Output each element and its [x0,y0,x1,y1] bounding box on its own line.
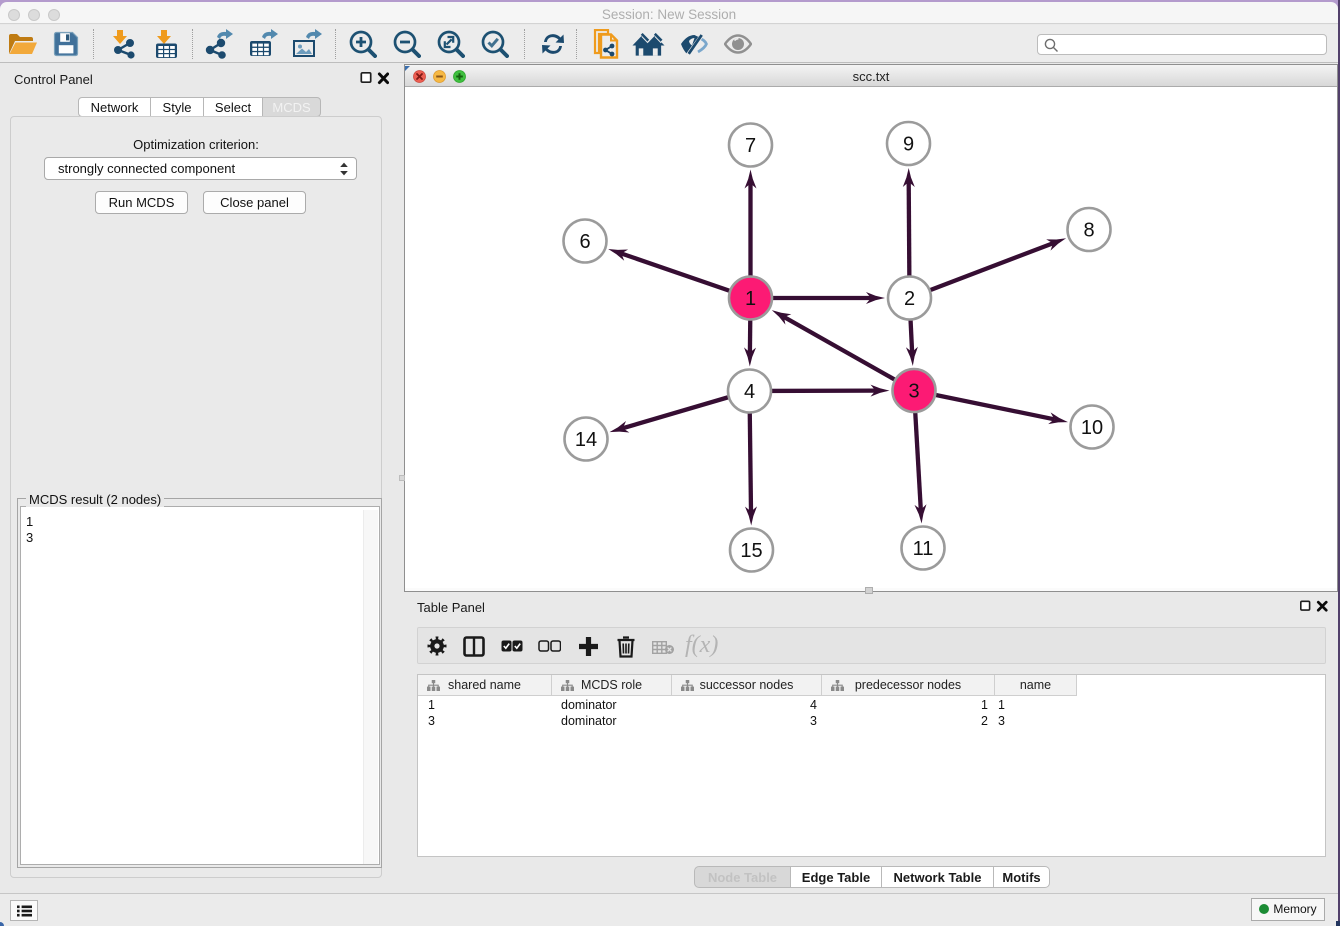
svg-text:15: 15 [740,540,762,562]
svg-text:3: 3 [908,381,919,403]
svg-text:8: 8 [1083,220,1094,242]
svg-text:6: 6 [579,231,590,253]
svg-text:11: 11 [913,538,934,560]
svg-text:4: 4 [744,381,755,403]
svg-text:14: 14 [575,429,597,451]
svg-text:10: 10 [1081,417,1103,439]
svg-text:2: 2 [904,288,915,310]
svg-text:9: 9 [903,134,914,156]
svg-text:1: 1 [745,288,756,310]
svg-text:7: 7 [745,135,756,157]
